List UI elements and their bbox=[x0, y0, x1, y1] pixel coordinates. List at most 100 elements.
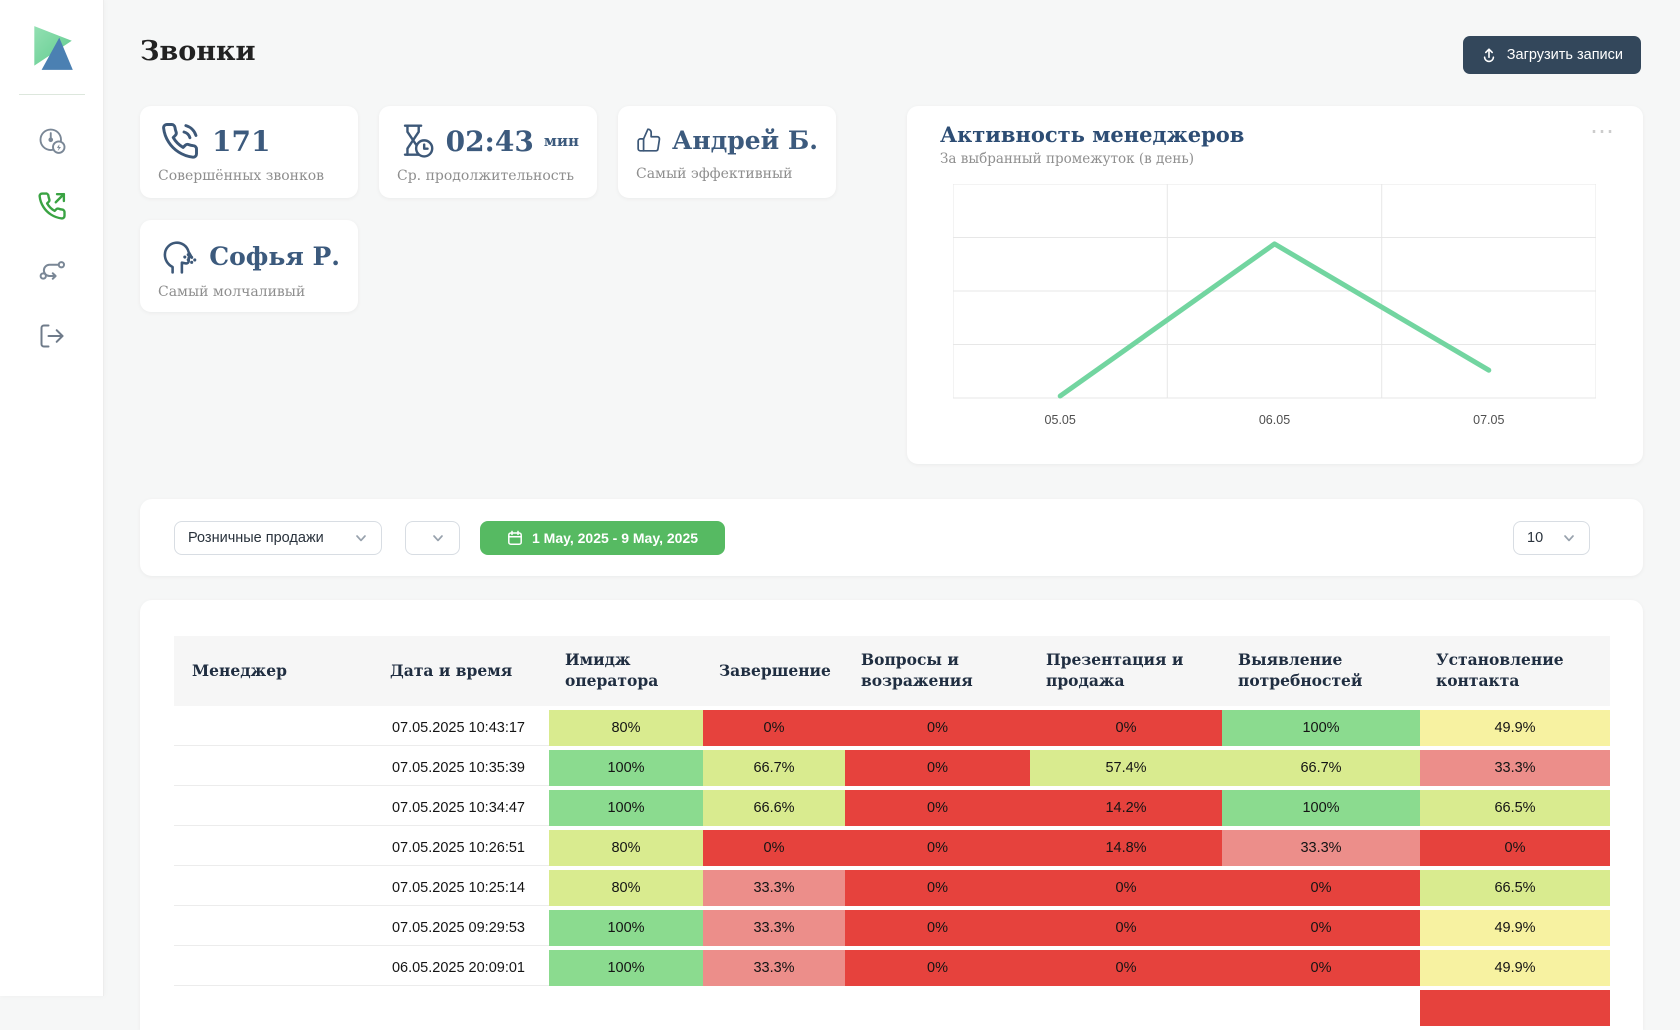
secondary-select[interactable] bbox=[405, 521, 460, 555]
cell-manager bbox=[174, 830, 364, 866]
cell-manager bbox=[174, 990, 364, 1026]
cell-score: 33.3% bbox=[1222, 830, 1420, 866]
cell-score: 66.7% bbox=[703, 750, 845, 786]
col-header-datetime: Дата и время bbox=[364, 636, 549, 706]
cell-score: 14.8% bbox=[1030, 830, 1222, 866]
cell-score: 80% bbox=[549, 710, 703, 746]
filter-bar: Розничные продажи 1 May, 2025 - 9 May, 2… bbox=[140, 499, 1643, 576]
thumbs-up-icon bbox=[637, 128, 661, 152]
svg-text:05.05: 05.05 bbox=[1045, 413, 1076, 427]
cell-score: 49.9% bbox=[1420, 710, 1610, 746]
sidebar bbox=[0, 0, 104, 996]
chevron-down-icon bbox=[1564, 535, 1574, 542]
col-header-contact: Установление контакта bbox=[1420, 636, 1610, 706]
activity-line-chart: 05.05 06.05 07.05 bbox=[953, 184, 1596, 427]
date-range-label: 1 May, 2025 - 9 May, 2025 bbox=[531, 530, 699, 546]
cell-score bbox=[549, 990, 703, 1026]
cell-manager bbox=[174, 790, 364, 826]
app-logo bbox=[33, 26, 73, 70]
cell-datetime: 06.05.2025 20:09:01 bbox=[364, 950, 549, 986]
cell-score: 33.3% bbox=[703, 870, 845, 906]
stat-card-most-silent: Софья Р. Самый молчаливый bbox=[140, 220, 358, 312]
page-size-value: 10 bbox=[1527, 530, 1544, 546]
table-row[interactable]: 07.05.2025 09:29:53 100% 33.3% 0% 0% 0% 49.9% bbox=[174, 910, 1610, 946]
table-row[interactable] bbox=[174, 990, 1610, 1026]
cell-datetime: 07.05.2025 10:26:51 bbox=[364, 830, 549, 866]
table-header-row: Менеджер Дата и время Имидж оператора За… bbox=[174, 636, 1610, 706]
stat-most-effective-value: Андрей Б. bbox=[671, 125, 818, 155]
cell-score: 33.3% bbox=[1420, 750, 1610, 786]
table-row[interactable]: 06.05.2025 20:09:01 100% 33.3% 0% 0% 0% 49.9% bbox=[174, 950, 1610, 986]
cell-score bbox=[1222, 990, 1420, 1026]
col-header-closing: Завершение bbox=[703, 636, 845, 706]
stat-most-silent-value: Софья Р. bbox=[209, 241, 340, 271]
team-select-value: Розничные продажи bbox=[188, 530, 324, 546]
cell-manager bbox=[174, 950, 364, 986]
stat-card-avg-duration: 02:43 мин Ср. продолжительность bbox=[379, 106, 597, 198]
table-row[interactable]: 07.05.2025 10:26:51 80% 0% 0% 14.8% 33.3% 0% bbox=[174, 830, 1610, 866]
cell-manager bbox=[174, 750, 364, 786]
sidebar-item-routes[interactable] bbox=[36, 255, 68, 287]
svg-text:07.05: 07.05 bbox=[1473, 413, 1504, 427]
ellipsis-icon[interactable]: ⋯ bbox=[1590, 120, 1617, 144]
cell-score: 33.3% bbox=[703, 910, 845, 946]
table-row[interactable]: 07.05.2025 10:25:14 80% 33.3% 0% 0% 0% 66.5% bbox=[174, 870, 1610, 906]
chart-title: Активность менеджеров bbox=[940, 122, 1245, 147]
cell-score: 0% bbox=[845, 750, 1030, 786]
cell-score: 0% bbox=[845, 790, 1030, 826]
cell-score: 0% bbox=[1030, 950, 1222, 986]
cell-score: 80% bbox=[549, 870, 703, 906]
sidebar-item-dashboard[interactable] bbox=[36, 125, 68, 157]
chevron-down-icon bbox=[432, 535, 443, 542]
stat-most-silent-label: Самый молчаливый bbox=[158, 284, 306, 300]
chart-subtitle: За выбранный промежуток (в день) bbox=[940, 151, 1194, 167]
cell-score: 0% bbox=[845, 910, 1030, 946]
activity-chart-card: Активность менеджеров За выбранный проме… bbox=[907, 106, 1643, 464]
chevron-down-icon bbox=[356, 535, 366, 542]
cell-score: 0% bbox=[1030, 910, 1222, 946]
cell-score: 14.2% bbox=[1030, 790, 1222, 826]
page-size-select[interactable]: 10 bbox=[1513, 521, 1590, 555]
cell-score: 0% bbox=[703, 830, 845, 866]
col-header-presentation: Презентация и продажа bbox=[1030, 636, 1222, 706]
cell-score: 66.5% bbox=[1420, 790, 1610, 826]
cell-score: 100% bbox=[1222, 790, 1420, 826]
svg-text:06.05: 06.05 bbox=[1259, 413, 1290, 427]
col-header-operator-image: Имидж оператора bbox=[549, 636, 703, 706]
upload-button-label: Загрузить записи bbox=[1506, 47, 1623, 63]
table-row[interactable]: 07.05.2025 10:43:17 80% 0% 0% 0% 100% 49.9% bbox=[174, 710, 1610, 746]
gauge-icon bbox=[39, 128, 65, 154]
table-row[interactable]: 07.05.2025 10:34:47 100% 66.6% 0% 14.2% 100% 6… bbox=[174, 790, 1610, 826]
calendar-icon bbox=[508, 530, 522, 545]
cell-score: 0% bbox=[845, 710, 1030, 746]
table-row[interactable]: 07.05.2025 10:35:39 100% 66.7% 0% 57.4% 66.7%… bbox=[174, 750, 1610, 786]
logout-icon bbox=[40, 324, 63, 348]
cell-score: 49.9% bbox=[1420, 950, 1610, 986]
cell-datetime: 07.05.2025 10:35:39 bbox=[364, 750, 549, 786]
sidebar-item-logout[interactable] bbox=[36, 320, 68, 352]
cell-score: 100% bbox=[549, 790, 703, 826]
cell-score: 80% bbox=[549, 830, 703, 866]
team-select[interactable]: Розничные продажи bbox=[174, 521, 382, 555]
upload-records-button[interactable]: Загрузить записи bbox=[1462, 36, 1641, 74]
stat-total-calls-value: 171 bbox=[212, 124, 271, 158]
cell-score: 0% bbox=[845, 870, 1030, 906]
calls-table: Менеджер Дата и время Имидж оператора За… bbox=[174, 632, 1610, 1030]
col-header-manager: Менеджер bbox=[174, 636, 364, 706]
cell-manager bbox=[174, 910, 364, 946]
cell-score: 0% bbox=[1030, 870, 1222, 906]
cell-manager bbox=[174, 870, 364, 906]
phone-icon bbox=[162, 123, 198, 159]
cell-score bbox=[703, 990, 845, 1026]
stat-avg-duration-label: Ср. продолжительность bbox=[397, 168, 574, 184]
sidebar-item-calls[interactable] bbox=[36, 190, 68, 222]
cell-score: 0% bbox=[1222, 950, 1420, 986]
cell-score: 0% bbox=[845, 950, 1030, 986]
stat-avg-duration-value: 02:43 bbox=[445, 124, 534, 158]
page-title: Звонки bbox=[140, 36, 256, 67]
date-range-button[interactable]: 1 May, 2025 - 9 May, 2025 bbox=[480, 521, 725, 555]
cell-score bbox=[845, 990, 1030, 1026]
cell-score: 66.6% bbox=[703, 790, 845, 826]
cell-score: 100% bbox=[1222, 710, 1420, 746]
cell-datetime: 07.05.2025 09:29:53 bbox=[364, 910, 549, 946]
